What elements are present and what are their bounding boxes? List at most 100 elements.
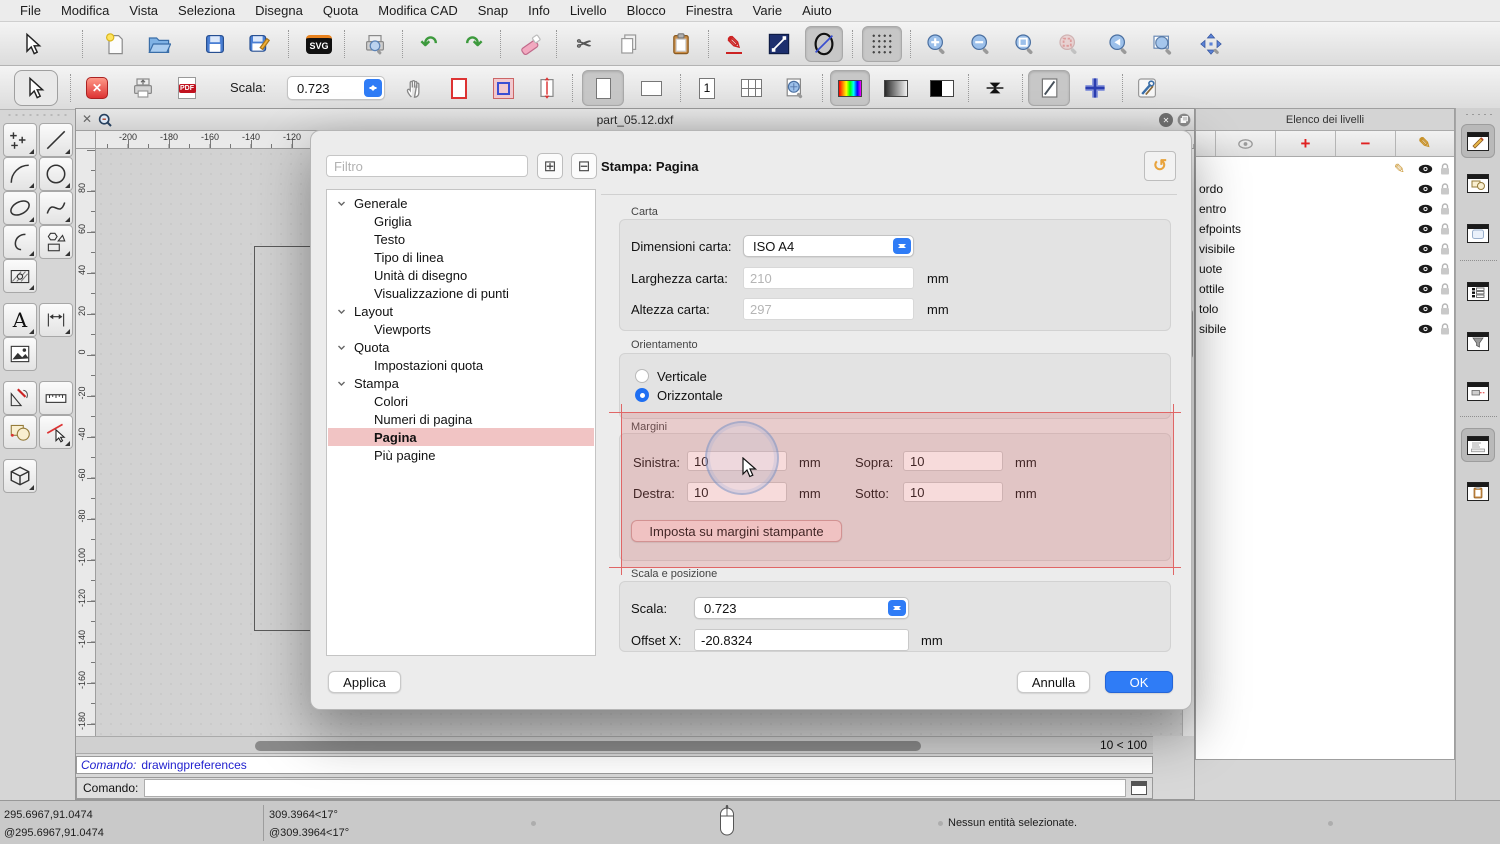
ok-button[interactable]: OK — [1105, 671, 1173, 693]
lock-icon[interactable] — [1440, 302, 1450, 316]
point-tools-button[interactable] — [3, 123, 37, 157]
tree-item-stampa[interactable]: Stampa — [328, 374, 594, 392]
landscape-button[interactable] — [630, 70, 672, 106]
reset-defaults-button[interactable]: ↺ — [1144, 151, 1176, 181]
dimension-tools-button[interactable] — [39, 303, 73, 337]
cut-button[interactable]: ✂ — [565, 26, 603, 62]
strip-drag-handle[interactable] — [1464, 113, 1494, 116]
menu-snap[interactable]: Snap — [468, 3, 518, 18]
tree-item-griglia[interactable]: Griglia — [328, 212, 594, 230]
eye-icon[interactable] — [1418, 264, 1433, 274]
eye-icon[interactable] — [1418, 284, 1433, 294]
open-file-button[interactable] — [140, 26, 178, 62]
cancel-button[interactable]: Annulla — [1017, 671, 1090, 693]
scale-combo[interactable]: 0.723 — [287, 76, 385, 100]
draft-mode-button[interactable] — [1028, 70, 1070, 106]
margin-bottom-input[interactable]: 10 — [903, 482, 1003, 502]
menu-finestra[interactable]: Finestra — [676, 3, 743, 18]
tree-item-testo[interactable]: Testo — [328, 230, 594, 248]
eye-icon[interactable] — [1418, 304, 1433, 314]
save-button[interactable] — [196, 26, 234, 62]
tree-item-quota[interactable]: Quota — [328, 338, 594, 356]
block-tools-button[interactable] — [3, 415, 37, 449]
svg-export-button[interactable]: SVG — [300, 26, 338, 62]
tree-item-colori[interactable]: Colori — [328, 392, 594, 410]
zoom-auto-button[interactable] — [1006, 26, 1044, 62]
arc-tools-button[interactable] — [3, 157, 37, 191]
menu-info[interactable]: Info — [518, 3, 560, 18]
eye-icon[interactable] — [1418, 184, 1433, 194]
vertical-radio[interactable] — [635, 369, 649, 383]
polyline-tools-button[interactable] — [3, 225, 37, 259]
multi-page-button[interactable] — [732, 70, 770, 106]
pan-hand-button[interactable] — [396, 70, 434, 106]
horizontal-radio[interactable] — [635, 388, 649, 402]
tree-item-tipo-di-linea[interactable]: Tipo di linea — [328, 248, 594, 266]
layer-row[interactable]: ordo — [1196, 179, 1454, 199]
tree-item-generale[interactable]: Generale — [328, 194, 594, 212]
layer-row[interactable]: entro — [1196, 199, 1454, 219]
toggle-visibility-button[interactable] — [1216, 131, 1276, 156]
lock-icon[interactable] — [1440, 242, 1450, 256]
toggle-layer-list-button[interactable] — [1461, 124, 1495, 158]
filter-input[interactable] — [326, 155, 528, 177]
preferences-button[interactable] — [1128, 70, 1166, 106]
collapse-all-button[interactable]: ⊟ — [571, 153, 597, 179]
close-preview-button[interactable]: ✕ — [78, 70, 116, 106]
eye-icon[interactable] — [1418, 324, 1433, 334]
tree-item-pagina[interactable]: Pagina — [328, 428, 594, 446]
add-layer-button[interactable]: + — [1276, 131, 1336, 156]
pan-button[interactable] — [1192, 26, 1230, 62]
toggle-viewport-list-button[interactable] — [1461, 216, 1495, 250]
crosshair-button[interactable] — [1076, 70, 1114, 106]
window-restore-icon[interactable] — [1177, 113, 1191, 127]
paste-button[interactable] — [662, 26, 700, 62]
portrait-button[interactable] — [582, 70, 624, 106]
layer-row[interactable]: ottile — [1196, 279, 1454, 299]
lock-icon[interactable] — [1440, 262, 1450, 276]
measure-tools-button[interactable] — [39, 381, 73, 415]
toggle-block-list-button[interactable] — [1461, 166, 1495, 200]
menu-modifica[interactable]: Modifica — [51, 3, 119, 18]
layer-row[interactable]: tolo — [1196, 299, 1454, 319]
layer-row[interactable]: visibile — [1196, 239, 1454, 259]
toggle-laser-panel-button[interactable] — [1461, 374, 1495, 408]
circle-tools-button[interactable] — [39, 157, 73, 191]
new-file-button[interactable] — [96, 26, 134, 62]
horizontal-scrollbar[interactable]: 10 < 100 — [76, 736, 1153, 754]
tree-item-piu-pagine[interactable]: Più pagine — [328, 446, 594, 464]
scale-combo[interactable]: 0.723 — [694, 597, 909, 619]
line-visibility-button[interactable] — [760, 26, 798, 62]
pdf-export-button[interactable]: PDF — [168, 70, 206, 106]
shape-tools-button[interactable] — [39, 225, 73, 259]
save-as-button[interactable] — [240, 26, 278, 62]
menu-seleziona[interactable]: Seleziona — [168, 3, 245, 18]
menu-varie[interactable]: Varie — [743, 3, 792, 18]
copy-button[interactable] — [610, 26, 648, 62]
menu-file[interactable]: File — [10, 3, 51, 18]
lock-icon[interactable] — [1440, 222, 1450, 236]
paper-height-input[interactable]: 297 — [743, 298, 914, 320]
toggle-command-line-button[interactable] — [1461, 428, 1495, 462]
preview-select-button[interactable] — [14, 70, 58, 106]
zoom-page-button[interactable] — [776, 70, 814, 106]
redo-button[interactable]: ↷ — [455, 26, 493, 62]
eye-icon[interactable] — [1418, 164, 1433, 174]
menu-quota[interactable]: Quota — [313, 3, 368, 18]
zoom-out-button[interactable] — [962, 26, 1000, 62]
image-tool-button[interactable] — [3, 337, 37, 371]
hairline-button[interactable] — [976, 70, 1014, 106]
lock-icon[interactable] — [1440, 162, 1450, 176]
horizontal-scrollbar-thumb[interactable] — [255, 741, 921, 751]
draw-order-button[interactable]: ✎ — [715, 26, 753, 62]
paper-width-input[interactable]: 210 — [743, 267, 914, 289]
layer-row[interactable]: efpoints — [1196, 219, 1454, 239]
ellipse-mode-button[interactable] — [805, 26, 843, 62]
grid-toggle-button[interactable] — [862, 26, 902, 62]
margin-left-input[interactable]: 10 — [687, 451, 787, 471]
tree-item-layout[interactable]: Layout — [328, 302, 594, 320]
menu-aiuto[interactable]: Aiuto — [792, 3, 842, 18]
zoom-previous-button[interactable] — [1100, 26, 1138, 62]
line-tools-button[interactable] — [39, 123, 73, 157]
layer-toolbar-partial-button[interactable] — [1196, 131, 1216, 156]
